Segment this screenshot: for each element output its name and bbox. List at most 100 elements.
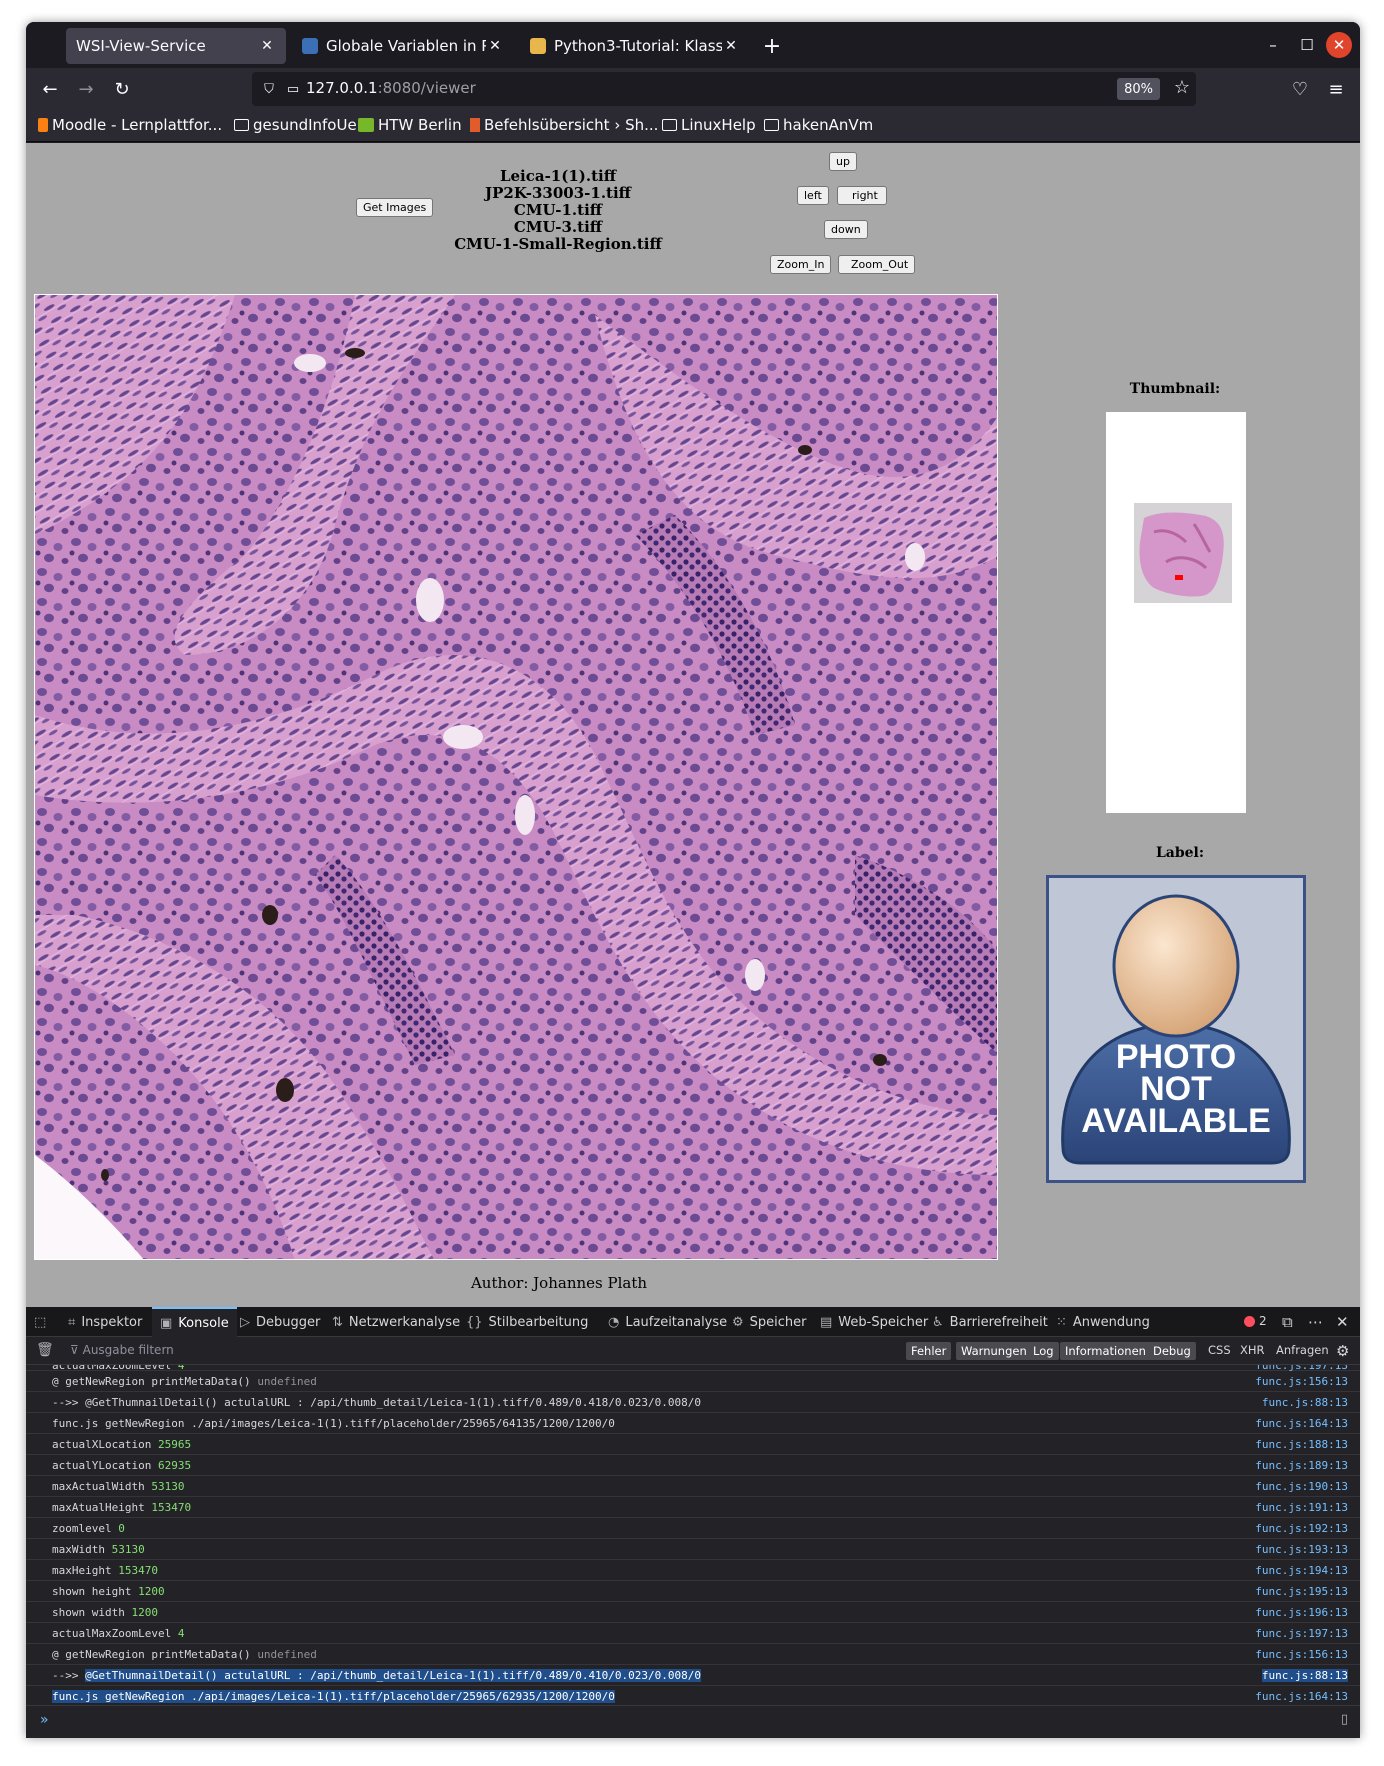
new-tab-button[interactable]: + — [754, 28, 790, 64]
log-source-link[interactable]: func.js:193:13 — [1255, 1543, 1348, 1556]
minimize-icon[interactable]: – — [1260, 32, 1286, 58]
bookmark-hakenanvm[interactable]: hakenAnVm — [764, 116, 873, 134]
log-source-link[interactable]: func.js:194:13 — [1255, 1564, 1348, 1577]
close-icon[interactable]: ✕ — [258, 38, 276, 54]
filter-css-button[interactable]: CSS — [1208, 1343, 1231, 1357]
log-source-link[interactable]: func.js:196:13 — [1255, 1606, 1348, 1619]
tab-debugger[interactable]: ▷ Debugger — [240, 1307, 320, 1337]
split-console-icon[interactable]: ▯ — [1341, 1712, 1348, 1727]
close-devtools-icon[interactable]: ✕ — [1336, 1313, 1349, 1331]
tab-globale-variablen[interactable]: Globale Variablen in Pyth ✕ — [292, 28, 514, 64]
filter-input[interactable]: ⊽ Ausgabe filtern — [70, 1343, 174, 1357]
page-icon[interactable]: ▭ — [284, 80, 302, 98]
console-filter-bar: 🗑 ⊽ Ausgabe filtern Fehler Warnungen Log… — [26, 1337, 1360, 1365]
file-item[interactable]: CMU-1.tiff — [398, 202, 718, 219]
log-value: 62935 — [157, 1458, 192, 1472]
tab-label: Barrierefreiheit — [949, 1314, 1048, 1330]
left-button[interactable]: left — [797, 186, 829, 205]
filter-xhr-button[interactable]: XHR — [1240, 1343, 1265, 1357]
filter-log-button[interactable]: Log — [1028, 1342, 1059, 1360]
log-row: @ getNewRegion printMetaData() undefined… — [26, 1644, 1360, 1665]
url-bar[interactable]: ⛉ ▭ 127.0.0.1:8080/viewer 80% ☆ — [252, 72, 1196, 106]
bookmark-htw-berlin[interactable]: HTW Berlin — [358, 116, 462, 134]
slide-viewer-image[interactable] — [34, 294, 998, 1260]
dock-icon[interactable]: ⧉ — [1282, 1313, 1293, 1331]
tab-wsi-view-service[interactable]: WSI-View-Service ✕ — [66, 28, 286, 64]
log-source-link[interactable]: func.js:190:13 — [1255, 1480, 1348, 1493]
trash-icon[interactable]: 🗑 — [36, 1342, 54, 1358]
maximize-icon[interactable]: ☐ — [1294, 32, 1320, 58]
tab-inspektor[interactable]: ⌗ Inspektor — [68, 1307, 142, 1337]
tab-speicher[interactable]: ⚙ Speicher — [732, 1307, 807, 1337]
tab-laufzeitanalyse[interactable]: ◔ Laufzeitanalyse — [608, 1307, 727, 1337]
log-source-link[interactable]: func.js:156:13 — [1255, 1375, 1348, 1388]
zoom-out-button[interactable]: Zoom_Out — [838, 255, 916, 274]
back-icon[interactable]: ← — [36, 75, 64, 103]
thumbnail-panel[interactable] — [1106, 412, 1246, 813]
up-button[interactable]: up — [829, 152, 857, 171]
log-source-link[interactable]: func.js:191:13 — [1255, 1501, 1348, 1514]
zoom-in-button[interactable]: Zoom_In — [770, 255, 832, 274]
thumbnail-image[interactable] — [1106, 412, 1246, 813]
tab-barrierefreiheit[interactable]: ♿ Barrierefreiheit — [932, 1307, 1048, 1337]
log-row: func.js getNewRegion ./api/images/Leica-… — [26, 1413, 1360, 1434]
bookmark-star-icon[interactable]: ☆ — [1174, 77, 1190, 98]
photo-not-available-icon: PHOTO NOT AVAILABLE — [1061, 894, 1291, 1165]
url-text[interactable]: 127.0.0.1:8080/viewer — [306, 79, 476, 97]
bookmark-befehlsuebersicht[interactable]: Befehlsübersicht › Sh... — [470, 116, 658, 134]
file-item[interactable]: Leica-1(1).tiff — [398, 168, 718, 185]
log-source-link[interactable]: func.js:164:13 — [1255, 1690, 1348, 1703]
down-button[interactable]: down — [824, 220, 868, 239]
tab-label: Debugger — [256, 1314, 321, 1330]
filter-informationen-button[interactable]: Informationen — [1060, 1342, 1151, 1360]
close-icon[interactable]: ✕ — [722, 38, 740, 54]
shield-icon[interactable]: ⛉ — [260, 80, 278, 98]
log-source-link[interactable]: func.js:88:13 — [1262, 1396, 1348, 1409]
tab-stilbearbeitung[interactable]: {} Stilbearbeitung — [466, 1307, 588, 1337]
log-value: 25965 — [157, 1437, 192, 1451]
tissue-image[interactable] — [35, 295, 998, 1260]
filter-anfragen-button[interactable]: Anfragen — [1276, 1343, 1329, 1357]
menu-icon[interactable]: ≡ — [1322, 75, 1350, 103]
tab-web-speicher[interactable]: ▤ Web-Speicher — [820, 1307, 928, 1337]
tab-netzwerkanalyse[interactable]: ⇅ Netzwerkanalyse — [332, 1307, 460, 1337]
tab-konsole[interactable]: ▣ Konsole — [152, 1307, 237, 1337]
error-count-badge[interactable]: 2 — [1244, 1314, 1267, 1328]
log-source-link[interactable]: func.js:195:13 — [1255, 1585, 1348, 1598]
tab-anwendung[interactable]: ⁙ Anwendung — [1056, 1307, 1150, 1337]
bookmark-label: hakenAnVm — [783, 116, 874, 134]
file-item[interactable]: JP2K-33003-1.tiff — [398, 185, 718, 202]
inspector-icon: ⌗ — [68, 1314, 76, 1330]
file-item[interactable]: CMU-1-Small-Region.tiff — [398, 236, 718, 253]
settings-gear-icon[interactable]: ⚙ — [1336, 1342, 1349, 1360]
bookmark-gesundinfoue[interactable]: gesundInfoUe — [234, 116, 357, 134]
reload-icon[interactable]: ↻ — [108, 75, 136, 103]
log-source-link[interactable]: func.js:197:13 — [1255, 1627, 1348, 1640]
filter-warnungen-button[interactable]: Warnungen — [956, 1342, 1032, 1360]
bookmark-moodle[interactable]: Moodle - Lernplattfor... — [38, 116, 222, 134]
more-options-icon[interactable]: ⋯ — [1308, 1313, 1323, 1331]
log-source-link[interactable]: func.js:156:13 — [1255, 1648, 1348, 1661]
file-item[interactable]: CMU-3.tiff — [398, 219, 718, 236]
tab-python3-tutorial[interactable]: Python3-Tutorial: Klasser ✕ — [520, 28, 750, 64]
right-button[interactable]: right — [837, 186, 887, 205]
filter-debug-button[interactable]: Debug — [1148, 1342, 1196, 1360]
console-input[interactable]: » ▯ — [26, 1705, 1360, 1738]
log-source-link[interactable]: func.js:88:13 — [1261, 1668, 1348, 1682]
close-icon[interactable]: ✕ — [486, 38, 504, 54]
filter-fehler-button[interactable]: Fehler — [906, 1342, 952, 1360]
log-source-link[interactable]: func.js:192:13 — [1255, 1522, 1348, 1535]
pocket-icon[interactable]: ♡ — [1286, 75, 1314, 103]
window-close-icon[interactable]: ✕ — [1326, 32, 1352, 58]
debugger-icon: ▷ — [240, 1314, 250, 1330]
forward-icon[interactable]: → — [72, 75, 100, 103]
element-picker-icon[interactable]: ⬚ — [34, 1307, 52, 1337]
zoom-level-badge[interactable]: 80% — [1117, 78, 1160, 100]
bookmark-linuxhelp[interactable]: LinuxHelp — [662, 116, 756, 134]
log-source-link[interactable]: func.js:188:13 — [1255, 1438, 1348, 1451]
console-output[interactable]: actualMaxZoomLevel 4 func.js:197:13 @ get… — [26, 1365, 1360, 1705]
log-source-link[interactable]: func.js:164:13 — [1255, 1417, 1348, 1430]
log-value: undefined — [257, 1647, 317, 1661]
tab-label: Inspektor — [81, 1314, 143, 1330]
log-source-link[interactable]: func.js:189:13 — [1255, 1459, 1348, 1472]
